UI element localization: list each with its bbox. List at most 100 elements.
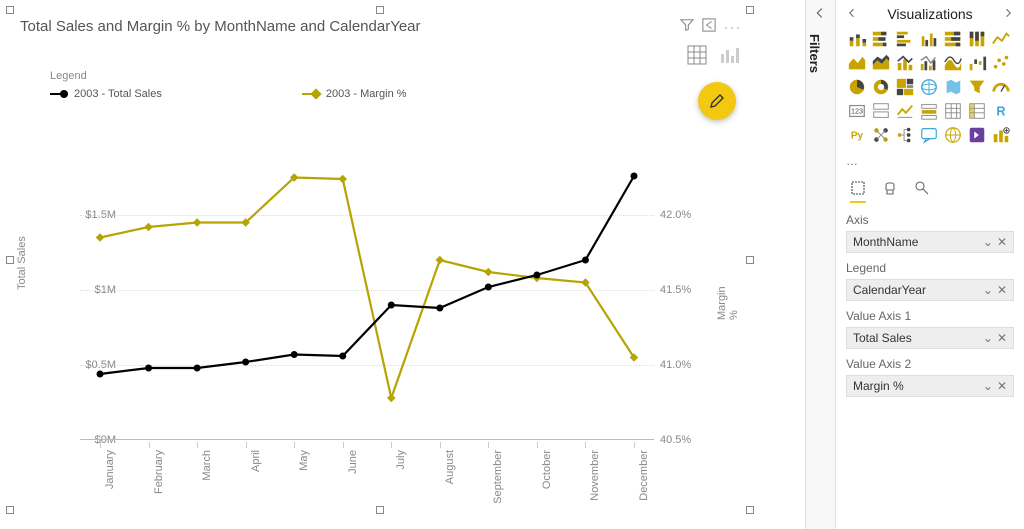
viz-more-icon[interactable]: … [846, 152, 1014, 174]
resize-handle[interactable] [6, 506, 14, 514]
custom-visual-icon[interactable] [990, 124, 1012, 146]
chevron-down-icon[interactable]: ⌄ [983, 235, 993, 249]
line-stacked-column-icon[interactable] [894, 52, 916, 74]
chart-tile[interactable]: Total Sales and Margin % by MonthName an… [10, 10, 750, 510]
clustered-bar-chart-icon[interactable] [894, 28, 916, 50]
edit-fab-button[interactable] [698, 82, 736, 120]
legend-header: Legend [50, 70, 407, 82]
remove-field-icon[interactable]: ✕ [997, 283, 1007, 297]
x-tick-label: September [492, 450, 504, 504]
axis-field-well[interactable]: MonthName ⌄ ✕ [846, 231, 1014, 253]
resize-handle[interactable] [746, 256, 754, 264]
field-well-label: Legend [846, 261, 1014, 275]
slicer-icon[interactable] [918, 100, 940, 122]
scatter-chart-icon[interactable] [990, 52, 1012, 74]
focus-mode-icon[interactable] [702, 18, 716, 35]
filter-icon[interactable] [680, 18, 694, 35]
remove-field-icon[interactable]: ✕ [997, 331, 1007, 345]
chart-series [80, 140, 654, 440]
area-chart-icon[interactable] [846, 52, 868, 74]
x-tick-label: June [347, 450, 359, 474]
hundred-stacked-bar-icon[interactable] [942, 28, 964, 50]
multi-row-card-icon[interactable] [870, 100, 892, 122]
field-well-label: Value Axis 2 [846, 357, 1014, 371]
expand-viz-icon[interactable] [1002, 7, 1014, 22]
legend-label: 2003 - Margin % [326, 88, 407, 100]
filters-pane-collapsed[interactable]: Filters [805, 0, 835, 529]
legend-item[interactable]: 2003 - Margin % [302, 88, 407, 100]
x-tick-label: November [589, 450, 601, 501]
resize-handle[interactable] [6, 256, 14, 264]
resize-handle[interactable] [746, 506, 754, 514]
chart-mode-icon[interactable] [718, 44, 740, 66]
legend-item[interactable]: 2003 - Total Sales [50, 88, 162, 100]
x-tick-label: August [444, 450, 456, 484]
fields-tab-icon[interactable] [850, 180, 866, 203]
hundred-stacked-column-icon[interactable] [966, 28, 988, 50]
more-options-icon[interactable]: ··· [724, 20, 742, 34]
chart-title: Total Sales and Margin % by MonthName an… [10, 10, 750, 39]
r-visual-icon[interactable]: R [990, 100, 1012, 122]
decomposition-tree-icon[interactable] [894, 124, 916, 146]
y-axis-right: 40.5% 41.0% 41.5% 42.0% [660, 140, 700, 440]
chevron-down-icon[interactable]: ⌄ [983, 331, 993, 345]
filled-map-icon[interactable] [942, 76, 964, 98]
power-apps-icon[interactable] [966, 124, 988, 146]
matrix-icon[interactable] [966, 100, 988, 122]
field-well-label: Value Axis 1 [846, 309, 1014, 323]
line-clustered-column-icon[interactable] [918, 52, 940, 74]
svg-text:Py: Py [851, 131, 864, 142]
legend-field-well[interactable]: CalendarYear ⌄ ✕ [846, 279, 1014, 301]
clustered-column-chart-icon[interactable] [918, 28, 940, 50]
waterfall-chart-icon[interactable] [966, 52, 988, 74]
line-chart-icon[interactable] [990, 28, 1012, 50]
treemap-icon[interactable] [894, 76, 916, 98]
map-icon[interactable] [918, 76, 940, 98]
value-axis-1-field-well[interactable]: Total Sales ⌄ ✕ [846, 327, 1014, 349]
resize-handle[interactable] [376, 6, 384, 14]
remove-field-icon[interactable]: ✕ [997, 235, 1007, 249]
qna-icon[interactable] [918, 124, 940, 146]
resize-handle[interactable] [6, 6, 14, 14]
key-influencers-icon[interactable] [870, 124, 892, 146]
chevron-down-icon[interactable]: ⌄ [983, 379, 993, 393]
analytics-tab-icon[interactable] [914, 180, 930, 203]
format-tab-icon[interactable] [882, 180, 898, 203]
ribbon-chart-icon[interactable] [942, 52, 964, 74]
expand-filters-icon[interactable] [813, 6, 827, 23]
report-canvas: Total Sales and Margin % by MonthName an… [0, 0, 805, 529]
stacked-bar-chart-icon[interactable] [846, 28, 868, 50]
table-icon[interactable] [942, 100, 964, 122]
visualizations-pane: Visualizations 123RPy … Axis MonthName ⌄ [835, 0, 1024, 529]
x-tick-label: December [638, 450, 650, 501]
table-mode-icon[interactable] [686, 44, 708, 66]
gauge-icon[interactable] [990, 76, 1012, 98]
stacked-area-chart-icon[interactable] [870, 52, 892, 74]
y-axis-right-label: Margin % [716, 286, 740, 320]
card-icon[interactable]: 123 [846, 100, 868, 122]
python-visual-icon[interactable]: Py [846, 124, 868, 146]
x-axis: JanuaryFebruaryMarchAprilMayJuneJulyAugu… [80, 442, 654, 512]
pane-title: Visualizations [887, 6, 972, 22]
chevron-down-icon[interactable]: ⌄ [983, 283, 993, 297]
field-well-label: Axis [846, 213, 1014, 227]
funnel-chart-icon[interactable] [966, 76, 988, 98]
x-tick-label: July [395, 450, 407, 470]
remove-field-icon[interactable]: ✕ [997, 379, 1007, 393]
collapse-viz-icon[interactable] [846, 7, 858, 22]
y-axis-left: $0M $0.5M $1M $1.5M [36, 140, 76, 440]
stacked-column-chart-icon[interactable] [870, 28, 892, 50]
filters-pane-label: Filters [807, 34, 822, 73]
value-axis-2-field-well[interactable]: Margin % ⌄ ✕ [846, 375, 1014, 397]
donut-chart-icon[interactable] [870, 76, 892, 98]
x-tick-label: January [104, 450, 116, 489]
svg-text:R: R [996, 104, 1005, 119]
svg-text:123: 123 [851, 107, 863, 116]
x-tick-label: March [201, 450, 213, 481]
resize-handle[interactable] [746, 6, 754, 14]
kpi-icon[interactable] [894, 100, 916, 122]
x-tick-label: April [250, 450, 262, 472]
legend-label: 2003 - Total Sales [74, 88, 162, 100]
pie-chart-icon[interactable] [846, 76, 868, 98]
globe-data-icon[interactable] [942, 124, 964, 146]
